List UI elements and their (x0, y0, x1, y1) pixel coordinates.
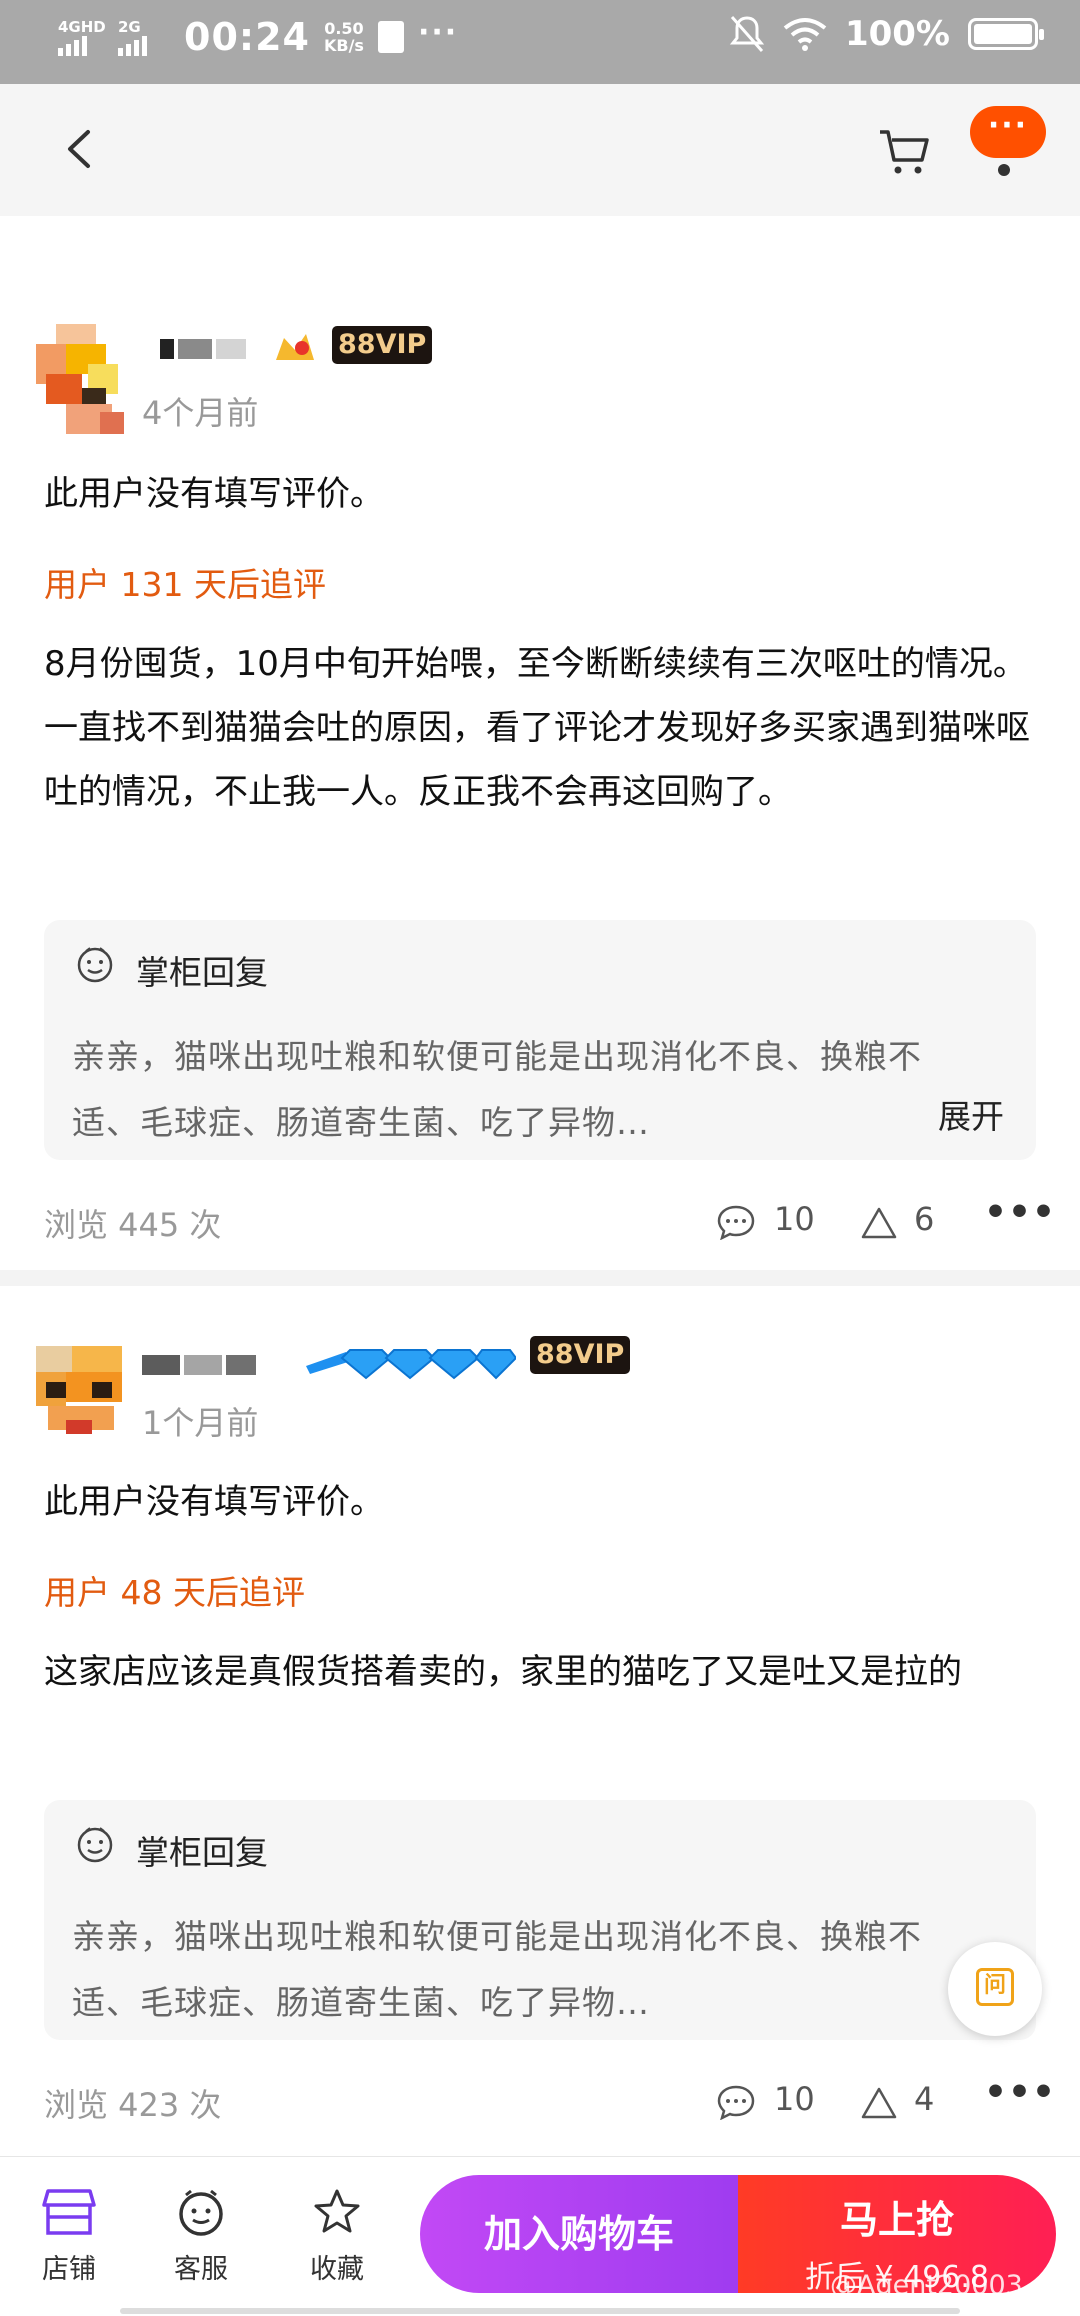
network-speed: 0.50 KB/s (324, 20, 364, 54)
add-to-cart-button[interactable]: 加入购物车 (420, 2175, 738, 2293)
speed-unit: KB/s (323, 36, 364, 55)
tab-shop-label: 店铺 (42, 2254, 96, 2285)
tab-favorite[interactable]: 收藏 (292, 2187, 382, 2286)
signal-4g-icon: 4GHD (58, 14, 106, 60)
home-indicator (120, 2308, 960, 2314)
cart-icon[interactable] (876, 124, 932, 178)
back-icon[interactable] (56, 124, 106, 174)
like-icon[interactable] (860, 1206, 898, 1240)
username (160, 338, 250, 360)
question-icon: 问 (976, 1968, 1014, 2006)
comment-icon[interactable] (716, 2084, 756, 2120)
battery-percent: 100% (844, 14, 950, 54)
like-count: 4 (914, 2080, 935, 2118)
more-options-button[interactable]: ••• (984, 1192, 1056, 1233)
tab-favorite-label: 收藏 (310, 2254, 364, 2285)
top-nav-bar: ··· (0, 84, 1080, 216)
comment-count: 10 (774, 2080, 815, 2118)
customer-service-icon (179, 2189, 223, 2236)
tab-shop[interactable]: 店铺 (24, 2187, 114, 2286)
vip-diamond-level-icon (306, 1349, 516, 1380)
expand-button[interactable]: 展开 (938, 1090, 1004, 1138)
reply-text: 亲亲，猫咪出现吐粮和软便可能是出现消化不良、换粮不适、毛球症、肠道寄生菌、吃了异… (72, 1037, 922, 1142)
tab-customer-service-label: 客服 (174, 2254, 228, 2285)
signal-2g-icon: 2G (118, 14, 164, 60)
followup-label: 用户 131 天后追评 (44, 565, 326, 604)
mute-icon (729, 16, 765, 52)
battery-icon (968, 18, 1044, 50)
comment-count: 10 (774, 1200, 815, 1238)
tab-customer-service[interactable]: 客服 (156, 2187, 246, 2286)
reply-title: 掌柜回复 (136, 953, 268, 992)
review-text: 此用户没有填写评价。 (44, 1482, 384, 1522)
like-icon[interactable] (860, 2086, 898, 2120)
message-button[interactable]: ··· (970, 106, 1046, 158)
review-text: 此用户没有填写评价。 (44, 474, 384, 514)
wifi-icon (783, 18, 827, 51)
view-count: 浏览 445 次 (44, 1206, 222, 1244)
followup-text: 8月份囤货，10月中旬开始喂，至今断断续续有三次呕吐的情况。一直找不到猫猫会吐的… (44, 644, 1030, 812)
vip-badge: 88VIP (530, 1336, 631, 1374)
ask-question-button[interactable]: 问 (948, 1942, 1042, 2036)
view-count: 浏览 423 次 (44, 2086, 222, 2124)
followup-label: 用户 48 天后追评 (44, 1573, 305, 1612)
review-stats: 浏览 423 次 10 4 ••• (44, 2072, 1055, 2130)
shop-icon (42, 2189, 96, 2235)
comment-icon[interactable] (716, 1204, 756, 1240)
vip-level-crown-icon (276, 334, 314, 360)
speed-value: 0.50 (324, 19, 364, 38)
reply-title: 掌柜回复 (136, 1833, 268, 1872)
network-type-label-2: 2G (118, 18, 141, 36)
review-divider (0, 1270, 1080, 1286)
review-stats: 浏览 445 次 10 6 ••• (44, 1192, 1055, 1250)
network-type-label: 4GHD (58, 18, 106, 36)
vip-badge: 88VIP (332, 326, 433, 364)
seller-reply[interactable]: 掌柜回复 亲亲，猫咪出现吐粮和软便可能是出现消化不良、换粮不适、毛球症、肠道寄生… (44, 920, 1036, 1160)
message-dot-icon (998, 164, 1010, 176)
smile-face-icon (77, 1827, 113, 1863)
username (142, 1354, 260, 1376)
star-icon (314, 2189, 360, 2233)
like-count: 6 (914, 1200, 935, 1238)
smile-face-icon (77, 947, 113, 983)
watermark: @Agent20003 (830, 2270, 1023, 2301)
avatar[interactable] (36, 1346, 126, 1456)
notification-icon (377, 21, 404, 53)
review-time: 4个月前 (142, 394, 259, 432)
buy-now-label: 马上抢 (839, 2198, 954, 2242)
status-bar: 4GHD 2G 00:24 0.50 KB/s ··· 100% (0, 0, 1080, 84)
status-time: 00:24 (184, 15, 310, 59)
more-options-button[interactable]: ••• (984, 2072, 1056, 2113)
more-notifications: ··· (417, 14, 459, 50)
reply-text: 亲亲，猫咪出现吐粮和软便可能是出现消化不良、换粮不适、毛球症、肠道寄生菌、吃了异… (72, 1917, 922, 2022)
followup-text: 这家店应该是真假货搭着卖的，家里的猫吃了又是吐又是拉的 (44, 1652, 962, 1692)
review-time: 1个月前 (142, 1404, 259, 1442)
avatar[interactable] (36, 324, 126, 434)
seller-reply[interactable]: 掌柜回复 亲亲，猫咪出现吐粮和软便可能是出现消化不良、换粮不适、毛球症、肠道寄生… (44, 1800, 1036, 2040)
